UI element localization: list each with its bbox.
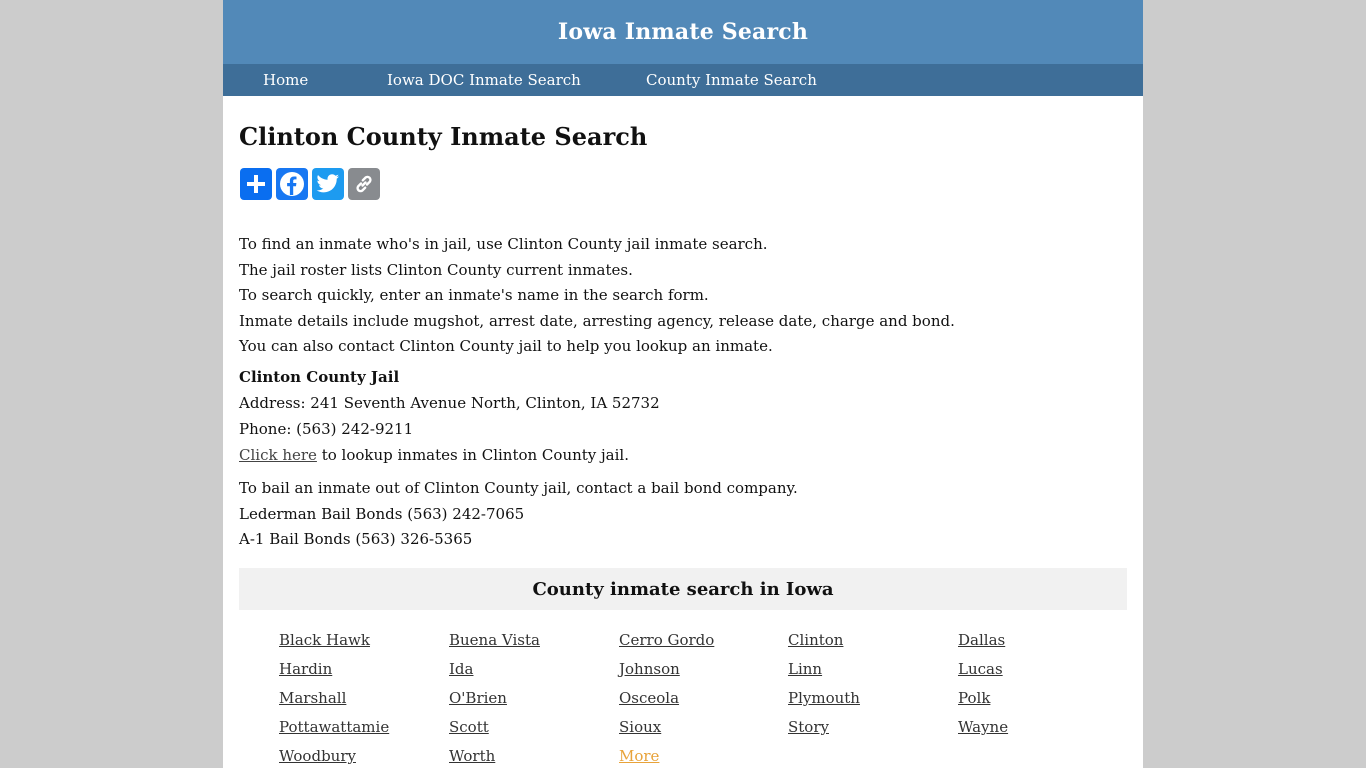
intro-line: Inmate details include mugshot, arrest d… [239,311,955,330]
intro-line: The jail roster lists Clinton County cur… [239,260,633,279]
bail-line: A-1 Bail Bonds (563) 326-5365 [239,530,473,548]
county-link[interactable]: Cerro Gordo [619,630,788,650]
copy-link-icon[interactable] [348,168,380,200]
site-title[interactable]: Iowa Inmate Search [558,19,808,45]
click-here-link[interactable]: Click here [239,446,317,464]
county-link[interactable]: Clinton [788,630,958,650]
bail-info: To bail an inmate out of Clinton County … [239,476,798,553]
intro-line: To find an inmate who's in jail, use Cli… [239,235,768,253]
county-link[interactable]: Johnson [619,659,788,679]
nav-iowa-doc-inmate-search[interactable]: Iowa DOC Inmate Search [387,71,581,89]
county-link[interactable]: Osceola [619,688,788,708]
county-link[interactable]: Ida [449,659,619,679]
county-link[interactable]: Plymouth [788,688,958,708]
lookup-line: Click here to lookup inmates in Clinton … [239,446,629,464]
county-link[interactable]: Polk [958,688,1128,708]
county-link[interactable]: Black Hawk [279,630,449,650]
county-link[interactable]: Linn [788,659,958,679]
county-link[interactable]: O'Brien [449,688,619,708]
lookup-text: to lookup inmates in Clinton County jail… [316,446,629,464]
bail-line: To bail an inmate out of Clinton County … [239,479,798,497]
jail-name: Clinton County Jail [239,368,400,386]
county-link[interactable]: Pottawattamie [279,717,449,737]
intro-line: You can also contact Clinton County jail… [239,337,773,355]
page-container: Iowa Inmate Search Home Iowa DOC Inmate … [223,0,1143,768]
county-link[interactable]: Woodbury [279,746,449,766]
site-header: Iowa Inmate Search [223,0,1143,64]
county-link[interactable]: Wayne [958,717,1128,737]
county-links: Black Hawk Buena Vista Cerro Gordo Clint… [279,630,1128,766]
facebook-icon[interactable] [276,168,308,200]
county-link[interactable]: Sioux [619,717,788,737]
county-link[interactable]: Buena Vista [449,630,619,650]
nav-home[interactable]: Home [263,71,308,89]
share-buttons [240,168,380,200]
intro-line: To search quickly, enter an inmate's nam… [239,286,709,304]
share-icon[interactable] [240,168,272,200]
nav-county-inmate-search[interactable]: County Inmate Search [646,71,817,89]
county-link[interactable]: Marshall [279,688,449,708]
page-title: Clinton County Inmate Search [239,122,648,151]
county-heading: County inmate search in Iowa [532,578,834,600]
jail-address: Address: 241 Seventh Avenue North, Clint… [239,394,660,412]
county-link[interactable]: Hardin [279,659,449,679]
county-link[interactable]: Story [788,717,958,737]
bail-line: Lederman Bail Bonds (563) 242-7065 [239,504,525,523]
twitter-icon[interactable] [312,168,344,200]
county-heading-box: County inmate search in Iowa [239,568,1127,610]
main-nav: Home Iowa DOC Inmate Search County Inmat… [223,64,1143,96]
county-link[interactable]: Worth [449,746,619,766]
county-link[interactable]: Lucas [958,659,1128,679]
jail-phone: Phone: (563) 242-9211 [239,420,414,438]
county-link[interactable]: Dallas [958,630,1128,650]
intro-text: To find an inmate who's in jail, use Cli… [239,232,955,360]
jail-info: Clinton County Jail Address: 241 Seventh… [239,364,660,442]
county-link[interactable]: Scott [449,717,619,737]
more-counties-link[interactable]: More [619,746,788,766]
